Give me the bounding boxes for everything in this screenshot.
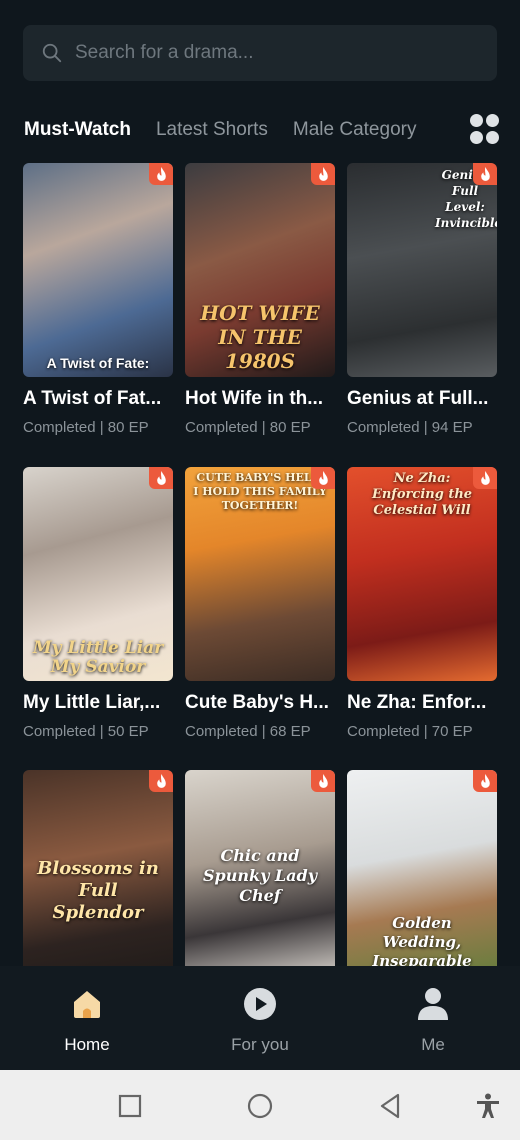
drama-card[interactable]: Blossoms in Full Splendor xyxy=(23,770,173,984)
drama-meta: Completed | 80 EP xyxy=(23,419,149,436)
drama-meta: Completed | 80 EP xyxy=(185,419,311,436)
hot-fire-icon xyxy=(473,467,497,489)
poster-caption: My Little Liar My Savior xyxy=(32,638,164,677)
hot-fire-icon xyxy=(149,467,173,489)
home-circle-icon[interactable] xyxy=(246,1092,274,1120)
home-icon xyxy=(74,991,100,1018)
tab-must-watch[interactable]: Must-Watch xyxy=(24,119,131,141)
drama-poster[interactable]: Blossoms in Full Splendor xyxy=(23,770,173,984)
drama-meta: Completed | 70 EP xyxy=(347,723,473,740)
poster-caption: Chic and Spunky Lady Chef xyxy=(202,846,318,905)
drama-title: A Twist of Fat... xyxy=(23,388,162,409)
drama-title: My Little Liar,... xyxy=(23,692,161,713)
hot-fire-icon xyxy=(473,163,497,185)
hot-fire-icon xyxy=(311,467,335,489)
drama-poster[interactable]: A Twist of Fate: xyxy=(23,163,173,377)
search-bar[interactable] xyxy=(23,25,497,81)
drama-card[interactable]: My Little Liar My Savior My Little Liar,… xyxy=(23,467,173,740)
hot-fire-icon xyxy=(311,163,335,185)
nav-for-you-label: For you xyxy=(231,1035,289,1054)
drama-card[interactable]: A Twist of Fate: A Twist of Fat... Compl… xyxy=(23,163,173,436)
play-icon xyxy=(244,988,276,1020)
drama-title: Cute Baby's H... xyxy=(185,692,329,713)
drama-poster[interactable]: CUTE BABY'S HELP: I HOLD THIS FAMILY TOG… xyxy=(185,467,335,681)
drama-card[interactable]: CUTE BABY'S HELP: I HOLD THIS FAMILY TOG… xyxy=(185,467,335,740)
nav-me-label: Me xyxy=(421,1035,445,1054)
drama-poster[interactable]: Genius Full Level: Invincible xyxy=(347,163,497,377)
drama-title: Ne Zha: Enfor... xyxy=(347,692,487,713)
drama-card[interactable]: Chic and Spunky Lady Chef xyxy=(185,770,335,984)
drama-meta: Completed | 94 EP xyxy=(347,419,473,436)
hot-fire-icon xyxy=(311,770,335,792)
drama-card[interactable]: Genius Full Level: Invincible Genius at … xyxy=(347,163,497,436)
system-nav-bar xyxy=(0,1070,520,1140)
tab-latest-shorts[interactable]: Latest Shorts xyxy=(156,119,268,141)
drama-meta: Completed | 68 EP xyxy=(185,723,311,740)
drama-poster[interactable]: Chic and Spunky Lady Chef xyxy=(185,770,335,984)
drama-title: Genius at Full... xyxy=(347,388,489,409)
poster-caption: A Twist of Fate: xyxy=(46,355,150,371)
drama-poster[interactable]: Golden Wedding, Inseparable xyxy=(347,770,497,984)
hot-fire-icon xyxy=(149,770,173,792)
drama-title: Hot Wife in th... xyxy=(185,388,324,409)
drama-card[interactable]: Ne Zha: Enforcing the Celestial Will Ne … xyxy=(347,467,497,740)
search-input[interactable] xyxy=(75,42,455,64)
accessibility-icon[interactable] xyxy=(474,1092,502,1120)
drama-poster[interactable]: Ne Zha: Enforcing the Celestial Will xyxy=(347,467,497,681)
search-icon xyxy=(42,43,62,63)
drama-meta: Completed | 50 EP xyxy=(23,723,149,740)
bottom-nav: Home For you Me xyxy=(0,966,520,1070)
nav-home-label: Home xyxy=(64,1035,110,1054)
drama-card[interactable]: HOT WIFE IN THE 1980S Hot Wife in th... … xyxy=(185,163,335,436)
hot-fire-icon xyxy=(473,770,497,792)
category-tabs: Must-Watch Latest Shorts Male Category xyxy=(24,110,464,150)
tab-male-category[interactable]: Male Category xyxy=(293,119,417,141)
poster-caption: HOT WIFE IN THE 1980S xyxy=(200,301,320,373)
nav-for-you[interactable]: For you xyxy=(200,986,320,1055)
nav-home[interactable]: Home xyxy=(27,986,147,1055)
nav-me[interactable]: Me xyxy=(373,986,493,1055)
profile-icon xyxy=(418,988,448,1020)
back-triangle-icon[interactable] xyxy=(376,1092,404,1120)
all-categories-grid-icon[interactable] xyxy=(470,114,500,144)
poster-caption: Blossoms in Full Splendor xyxy=(37,858,159,923)
drama-poster[interactable]: My Little Liar My Savior xyxy=(23,467,173,681)
drama-card[interactable]: Golden Wedding, Inseparable xyxy=(347,770,497,984)
poster-caption: Golden Wedding, Inseparable xyxy=(372,914,472,970)
recents-square-icon[interactable] xyxy=(116,1092,144,1120)
hot-fire-icon xyxy=(149,163,173,185)
drama-poster[interactable]: HOT WIFE IN THE 1980S xyxy=(185,163,335,377)
